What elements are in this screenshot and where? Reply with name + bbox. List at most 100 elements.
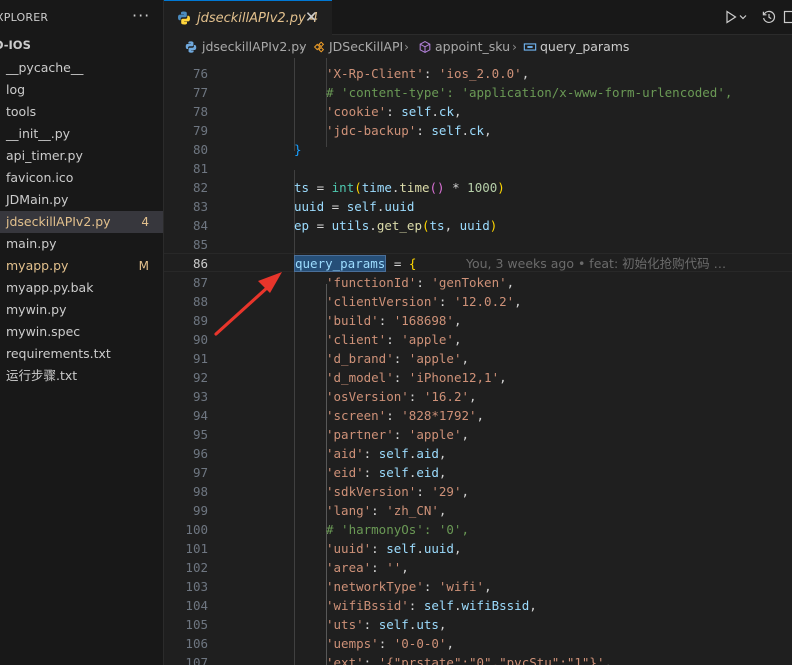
line-number: 105 — [185, 617, 208, 632]
code-line[interactable]: 97 'eid': self.eid, — [164, 463, 792, 482]
line-number: 95 — [192, 427, 208, 442]
tree-item[interactable]: __init__.py — [0, 123, 163, 145]
code-line[interactable]: 93 'osVersion': '16.2', — [164, 387, 792, 406]
code-line[interactable]: 85 — [164, 235, 792, 254]
code-text: 'cookie': self.ck, — [326, 104, 462, 119]
code-line[interactable]: 80} — [164, 140, 792, 159]
tab-label: jdseckillAPIv2.py 4 — [197, 11, 319, 26]
line-number: 99 — [192, 503, 208, 518]
breadcrumb-class[interactable]: JDSecKillAPI — [329, 36, 403, 58]
code-line[interactable]: 78 'cookie': self.ck, — [164, 102, 792, 121]
code-text: 'build': '168698', — [326, 313, 462, 328]
tree-item[interactable]: __pycache__ — [0, 57, 163, 79]
code-line[interactable]: 100 # 'harmonyOs': '0', — [164, 520, 792, 539]
line-number: 81 — [192, 161, 208, 176]
line-number: 85 — [192, 237, 208, 252]
code-line[interactable]: 95 'partner': 'apple', — [164, 425, 792, 444]
tree-item[interactable]: tools — [0, 101, 163, 123]
tree-item[interactable]: myapp.py M — [0, 255, 163, 277]
code-line[interactable]: 101 'uuid': self.uuid, — [164, 539, 792, 558]
code-text: 'eid': self.eid, — [326, 465, 447, 480]
code-text: 'd_model': 'iPhone12,1', — [326, 370, 507, 385]
code-text: 'X-Rp-Client': 'ios_2.0.0', — [326, 66, 530, 81]
tree-item[interactable]: mywin.spec — [0, 321, 163, 343]
code-line[interactable]: 105 'uts': self.uts, — [164, 615, 792, 634]
code-line[interactable]: 87 'functionId': 'genToken', — [164, 273, 792, 292]
code-text: 'sdkVersion': '29', — [326, 484, 470, 499]
git-blame-annotation: You, 3 weeks ago • feat: 初始化抢购代码 … — [466, 256, 727, 271]
code-text: ts = int(time.time() * 1000) — [294, 180, 505, 195]
breadcrumb-variable[interactable]: query_params — [540, 36, 629, 58]
tree-item[interactable]: myapp.py.bak — [0, 277, 163, 299]
code-text: # 'content-type': 'application/x-www-for… — [326, 85, 733, 100]
tree-item[interactable]: main.py — [0, 233, 163, 255]
line-number: 88 — [192, 294, 208, 309]
split-editor-icon[interactable] — [783, 9, 792, 25]
tree-item-label: favicon.ico — [6, 170, 74, 185]
run-icon[interactable] — [723, 9, 739, 25]
tree-item-label: requirements.txt — [6, 346, 111, 361]
code-line[interactable]: 99 'lang': 'zh_CN', — [164, 501, 792, 520]
code-line[interactable]: 107 'ext': '{"prstate":"0","pvcStu":"1"}'… — [164, 653, 792, 665]
line-number: 80 — [192, 142, 208, 157]
code-line[interactable]: 96 'aid': self.aid, — [164, 444, 792, 463]
code-line[interactable]: 104 'wifiBssid': self.wifiBssid, — [164, 596, 792, 615]
code-line[interactable]: 79 'jdc-backup': self.ck, — [164, 121, 792, 140]
code-text: uuid = self.uuid — [294, 199, 415, 214]
code-line[interactable]: 92 'd_model': 'iPhone12,1', — [164, 368, 792, 387]
tree-item-label: tools — [6, 104, 37, 119]
code-line[interactable]: 82 ts = int(time.time() * 1000) — [164, 178, 792, 197]
breadcrumb-method[interactable]: appoint_sku — [435, 36, 510, 58]
history-icon[interactable] — [761, 9, 777, 25]
code-line[interactable]: 76 'X-Rp-Client': 'ios_2.0.0', — [164, 64, 792, 83]
code-line[interactable]: 84 ep = utils.get_ep(ts, uuid) — [164, 216, 792, 235]
line-number: 98 — [192, 484, 208, 499]
code-line[interactable]: 86 query_params = {You, 3 weeks ago • fea… — [164, 254, 792, 273]
class-symbol-icon — [313, 41, 325, 53]
tree-item-label: myapp.py.bak — [6, 280, 94, 295]
code-line[interactable]: 94 'screen': '828*1792', — [164, 406, 792, 425]
code-line[interactable]: 98 'sdkVersion': '29', — [164, 482, 792, 501]
code-line[interactable]: 102 'area': '', — [164, 558, 792, 577]
tab-jdseckillapiv2[interactable]: jdseckillAPIv2.py 4 ✕ — [164, 0, 332, 35]
tree-item[interactable]: favicon.ico — [0, 167, 163, 189]
line-number: 79 — [192, 123, 208, 138]
variable-symbol-icon — [523, 43, 537, 51]
tree-item-label: 运行步骤.txt — [6, 368, 78, 383]
chevron-down-icon[interactable] — [738, 9, 748, 25]
code-line[interactable]: 91 'd_brand': 'apple', — [164, 349, 792, 368]
close-icon[interactable]: ✕ — [305, 8, 318, 26]
code-line[interactable]: 90 'client': 'apple', — [164, 330, 792, 349]
tree-item[interactable]: api_timer.py — [0, 145, 163, 167]
code-text: 'partner': 'apple', — [326, 427, 470, 442]
tree-item-status-badge: M — [138, 259, 149, 273]
more-actions-icon[interactable]: ··· — [132, 6, 150, 25]
tree-item[interactable]: log — [0, 79, 163, 101]
code-text: 'client': 'apple', — [326, 332, 462, 347]
code-editor[interactable]: 76 'X-Rp-Client': 'ios_2.0.0', 77 # 'conten… — [164, 58, 792, 665]
tree-item[interactable]: mywin.py — [0, 299, 163, 321]
line-number: 94 — [192, 408, 208, 423]
code-text: 'aid': self.aid, — [326, 446, 447, 461]
code-line[interactable]: 89 'build': '168698', — [164, 311, 792, 330]
code-line[interactable]: 103 'networkType': 'wifi', — [164, 577, 792, 596]
workspace-folder[interactable]: D-IOS — [0, 38, 31, 52]
line-number: 100 — [185, 522, 208, 537]
tree-item-label: api_timer.py — [6, 148, 83, 163]
chevron-right-icon: › — [404, 39, 409, 54]
method-symbol-icon — [419, 40, 431, 54]
code-line[interactable]: 88 'clientVersion': '12.0.2', — [164, 292, 792, 311]
tree-item[interactable]: requirements.txt — [0, 343, 163, 365]
tree-item-label: __init__.py — [6, 126, 71, 141]
tree-item[interactable]: 运行步骤.txt — [0, 365, 163, 387]
code-line[interactable]: 77 # 'content-type': 'application/x-www-f… — [164, 83, 792, 102]
tree-item[interactable]: JDMain.py — [0, 189, 163, 211]
breadcrumb-file[interactable]: jdseckillAPIv2.py — [202, 36, 307, 58]
chevron-right-icon: › — [512, 39, 517, 54]
code-text: 'osVersion': '16.2', — [326, 389, 477, 404]
breadcrumb: jdseckillAPIv2.py › JDSecKillAPI › appoi… — [164, 36, 792, 58]
tree-item[interactable]: jdseckillAPIv2.py 4 — [0, 211, 163, 233]
code-line[interactable]: 81 — [164, 159, 792, 178]
code-line[interactable]: 83 uuid = self.uuid — [164, 197, 792, 216]
code-line[interactable]: 106 'uemps': '0-0-0', — [164, 634, 792, 653]
